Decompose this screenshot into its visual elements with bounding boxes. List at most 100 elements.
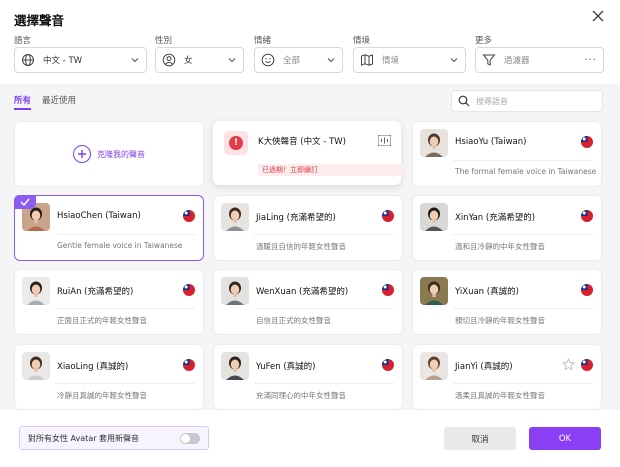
filter-icon	[482, 54, 496, 66]
voice-card[interactable]: YiXuan (真誠的) 親切且冷靜的年輕女性聲音	[412, 269, 602, 335]
divider	[453, 160, 593, 161]
voice-name: HsiaoChen (Taiwan)	[57, 211, 141, 221]
taiwan-flag-icon	[183, 359, 195, 371]
more-icon: ···	[584, 54, 597, 66]
dialog-title: 選擇聲音	[14, 13, 65, 28]
emotion-label: 情緒	[254, 36, 272, 46]
avatar	[420, 203, 448, 231]
chevron-down-icon	[450, 58, 458, 63]
avatar	[420, 129, 448, 157]
chevron-down-icon	[228, 58, 236, 63]
divider	[55, 234, 195, 235]
divider	[453, 308, 593, 309]
voice-card[interactable]: WenXuan (充滿希望的) 自信且正式的女性聲音	[213, 269, 403, 335]
apply-all-label: 對所有女性 Avatar 套用新聲音	[28, 433, 140, 443]
clone-voice-label: 克隆我的聲音	[97, 149, 145, 159]
voice-card[interactable]: JianYi (真誠的) 溫柔且真誠的年輕女性聲音	[412, 344, 602, 410]
voice-description: 親切且冷靜的年輕女性聲音	[455, 316, 545, 325]
voice-card[interactable]: HsiaoChen (Taiwan) Gentle female voice i…	[14, 195, 204, 261]
tab-recent[interactable]: 最近使用	[42, 94, 76, 106]
taiwan-flag-icon	[581, 136, 593, 148]
voice-card[interactable]: XiaoLing (真誠的) 冷靜且真誠的年輕女性聲音	[14, 344, 204, 410]
voice-card[interactable]: YuFen (真誠的) 充滿同理心的中年女性聲音	[213, 344, 403, 410]
voice-description: The formal female voice in Taiwanese	[455, 167, 597, 176]
scenario-label: 情境	[353, 36, 371, 46]
filter-value: 過濾器	[504, 56, 530, 66]
expired-renew-link[interactable]: 已過期！立即續訂	[258, 164, 404, 176]
voice-card[interactable]: JiaLing (充滿希望的) 溫暖且自信的年輕女性聲音	[213, 195, 403, 261]
taiwan-flag-icon	[581, 284, 593, 296]
voice-name: YiXuan (真誠的)	[455, 287, 519, 297]
divider	[453, 383, 593, 384]
ok-button[interactable]: OK	[529, 427, 601, 450]
voice-name: XiaoLing (真誠的)	[57, 362, 129, 372]
language-select[interactable]: 中文 - TW	[14, 47, 147, 73]
star-icon[interactable]	[562, 358, 575, 371]
voice-description: 自信且正式的女性聲音	[256, 316, 331, 325]
clone-voice-button[interactable]: 克隆我的聲音	[14, 121, 204, 187]
language-value: 中文 - TW	[43, 56, 83, 66]
voice-description: 溫暖且自信的年輕女性聲音	[256, 242, 346, 251]
voice-name: HsiaoYu (Taiwan)	[455, 137, 527, 147]
avatar	[221, 277, 249, 305]
scenario-value: 情境	[382, 56, 400, 66]
waveform-icon	[378, 135, 391, 146]
taiwan-flag-icon	[183, 210, 195, 222]
divider	[453, 234, 593, 235]
voice-description: 溫和且冷靜的中年女性聲音	[455, 242, 545, 251]
language-label: 語言	[14, 36, 32, 46]
apply-all-toggle[interactable]	[180, 433, 200, 444]
scenario-select[interactable]: 情境	[353, 47, 466, 73]
tab-all[interactable]: 所有	[14, 94, 32, 110]
gender-select[interactable]: 女	[155, 47, 244, 73]
avatar	[420, 277, 448, 305]
emotion-select[interactable]: 全部	[254, 47, 343, 73]
search-icon	[458, 95, 470, 107]
taiwan-flag-icon	[581, 359, 593, 371]
taiwan-flag-icon	[581, 210, 593, 222]
divider	[55, 308, 195, 309]
divider	[254, 234, 394, 235]
avatar	[22, 277, 50, 305]
voice-description: 充滿同理心的中年女性聲音	[256, 391, 346, 400]
emotion-value: 全部	[283, 56, 301, 66]
voice-card[interactable]: RuiAn (充滿希望的) 正面且正式的年輕女性聲音	[14, 269, 204, 335]
apply-all-avatars-option: 對所有女性 Avatar 套用新聲音	[19, 426, 209, 450]
plus-icon	[73, 145, 91, 163]
voice-card[interactable]: XinYan (充滿希望的) 溫和且冷靜的中年女性聲音	[412, 195, 602, 261]
voice-name: XinYan (充滿希望的)	[455, 213, 536, 223]
globe-icon	[22, 54, 34, 66]
filter-select[interactable]: 過濾器 ···	[475, 47, 604, 73]
divider	[254, 383, 394, 384]
search-placeholder: 搜尋語音	[476, 96, 508, 106]
divider	[55, 383, 195, 384]
voice-description: 冷靜且真誠的年輕女性聲音	[57, 391, 147, 400]
voice-description: 正面且正式的年輕女性聲音	[57, 316, 147, 325]
voice-name: WenXuan (充滿希望的)	[256, 287, 349, 297]
voice-description: 溫柔且真誠的年輕女性聲音	[455, 391, 545, 400]
avatar	[221, 352, 249, 380]
chevron-down-icon	[131, 58, 139, 63]
voice-description: Gentle female voice in Taiwanese	[57, 241, 183, 250]
search-input[interactable]: 搜尋語音	[451, 90, 603, 112]
divider	[254, 308, 394, 309]
taiwan-flag-icon	[382, 359, 394, 371]
gender-icon	[162, 53, 176, 67]
more-label: 更多	[475, 36, 493, 46]
chevron-down-icon	[327, 58, 335, 63]
check-icon	[14, 195, 36, 209]
avatar	[221, 203, 249, 231]
cancel-button[interactable]: 取消	[444, 427, 516, 450]
map-icon	[361, 54, 373, 66]
voice-name: JianYi (真誠的)	[455, 362, 513, 372]
close-icon[interactable]	[590, 8, 606, 24]
custom-voice-card[interactable]: ! K大俠聲音 (中文 - TW) 已過期！立即續訂	[213, 121, 404, 185]
gender-value: 女	[184, 56, 193, 66]
avatar	[22, 352, 50, 380]
voice-name: YuFen (真誠的)	[256, 362, 316, 372]
avatar	[420, 352, 448, 380]
voice-card[interactable]: HsiaoYu (Taiwan) The formal female voice…	[412, 121, 602, 187]
alert-icon: !	[224, 131, 248, 155]
gender-label: 性別	[155, 36, 173, 46]
taiwan-flag-icon	[382, 210, 394, 222]
